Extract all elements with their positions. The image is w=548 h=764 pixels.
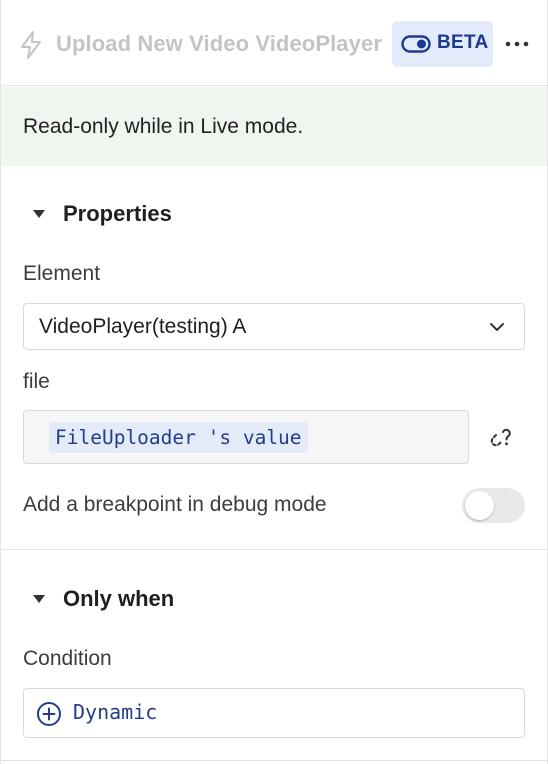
element-select[interactable]: VideoPlayer(testing) A [23, 303, 525, 350]
element-select-value: VideoPlayer(testing) A [39, 315, 247, 338]
chevron-down-icon [490, 323, 504, 331]
action-title: Upload New Video VideoPlayer [56, 31, 382, 56]
breakpoint-label: Add a breakpoint in debug mode [23, 493, 327, 516]
section-divider [1, 760, 547, 761]
element-label: Element [23, 262, 101, 285]
workflow-action-panel: Upload New Video VideoPlayer BETA Read-o… [0, 0, 548, 764]
banner-text: Read-only while in Live mode. [23, 115, 304, 138]
section-divider [1, 549, 547, 550]
beta-toggle-button[interactable]: BETA [392, 21, 493, 67]
live-mode-banner: Read-only while in Live mode. [1, 87, 547, 166]
unlink-icon[interactable] [487, 424, 515, 452]
only-when-section-header[interactable]: Only when [1, 580, 547, 620]
beta-label: BETA [437, 32, 489, 53]
only-when-section-title: Only when [63, 586, 175, 611]
file-label: file [23, 370, 50, 393]
panel-header: Upload New Video VideoPlayer BETA [1, 0, 547, 86]
file-expression-field[interactable]: FileUploader 's value [23, 410, 469, 464]
condition-dynamic-field[interactable]: Dynamic [23, 688, 525, 738]
breakpoint-toggle[interactable] [462, 488, 525, 523]
properties-section-header[interactable]: Properties [1, 195, 547, 235]
condition-label: Condition [23, 647, 112, 670]
plus-circle-icon [37, 702, 61, 726]
dynamic-label: Dynamic [73, 700, 158, 724]
properties-section-title: Properties [63, 201, 172, 226]
toggle-icon [401, 35, 431, 53]
bolt-icon [21, 31, 41, 59]
caret-down-icon [33, 595, 45, 603]
caret-down-icon [33, 210, 45, 218]
toggle-knob [465, 491, 494, 520]
file-expression-chip[interactable]: FileUploader 's value [49, 422, 308, 453]
more-horizontal-icon[interactable] [504, 34, 530, 54]
